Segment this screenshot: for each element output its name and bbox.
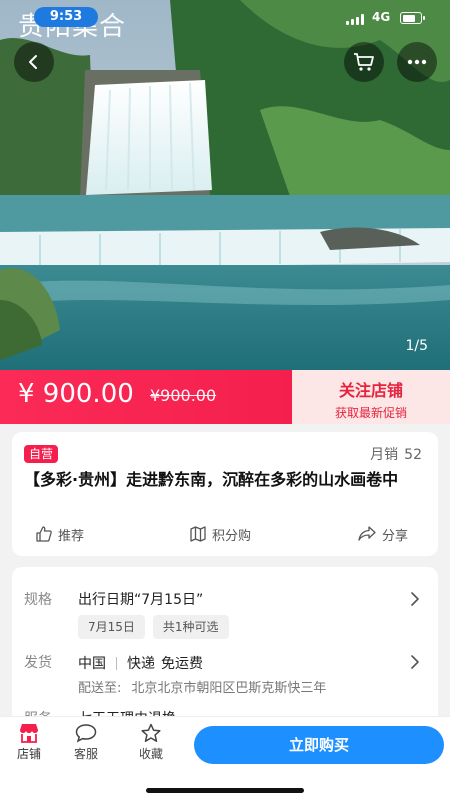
buy-now-button[interactable]: 立即购买 [194, 726, 444, 764]
spec-options: 7月15日 共1种可选 [78, 615, 229, 639]
store-tab[interactable]: 店铺 [1, 723, 57, 762]
map-icon [190, 526, 206, 542]
back-button[interactable] [14, 42, 54, 82]
favorite-label: 收藏 [138, 747, 163, 761]
shipping-method: 快递 [127, 656, 155, 672]
spec-value[interactable]: 出行日期“7月15日” [78, 589, 203, 609]
follow-title: 关注店铺 [338, 381, 403, 400]
chevron-right-icon[interactable] [410, 592, 420, 606]
points-label: 积分购 [212, 528, 252, 544]
spec-label: 规格 [24, 592, 52, 608]
status-bar: 9:53 4G [0, 0, 450, 36]
cart-button[interactable] [344, 42, 384, 82]
shipping-fee: 免运费 [161, 656, 203, 672]
original-price: ¥900.00 [150, 386, 217, 405]
monthly-sales: 月销 52 [370, 444, 422, 464]
self-operated-badge: 自营 [24, 445, 59, 463]
recommend-button[interactable]: 推荐 [36, 522, 84, 546]
price-bar: ¥ 900.00 ¥900.00 关注店铺 获取最新促销 [0, 370, 450, 424]
follow-store-button[interactable]: 关注店铺 获取最新促销 [292, 370, 450, 424]
spec-option-date[interactable]: 7月15日 [78, 615, 145, 639]
product-info-card: 自营 月销 52 【多彩·贵州】走进黔东南，沉醉在多彩的山水画卷中 推荐 积分购 … [12, 432, 438, 556]
thumbs-up-icon [36, 526, 52, 542]
shipping-label: 发货 [24, 655, 52, 671]
share-label: 分享 [382, 528, 409, 544]
current-price: ¥ 900.00 [18, 379, 134, 409]
deliver-address: 北京北京市朝阳区巴斯克斯快三年 [131, 681, 327, 696]
product-actions: 推荐 积分购 分享 [12, 522, 438, 546]
more-button[interactable] [397, 42, 437, 82]
share-button[interactable]: 分享 [358, 522, 408, 546]
home-indicator [146, 788, 304, 793]
points-purchase-button[interactable]: 积分购 [190, 522, 251, 546]
purchase-options-card: 规格 出行日期“7月15日” 7月15日 共1种可选 发货 中国 快递 免运费 … [12, 567, 438, 727]
star-icon [141, 723, 161, 742]
battery-icon [400, 12, 425, 24]
store-icon [20, 724, 38, 743]
image-counter: 1/5 [405, 338, 428, 354]
store-label: 店铺 [16, 747, 41, 761]
customer-service-tab[interactable]: 客服 [58, 723, 114, 762]
divider [116, 656, 117, 670]
chevron-right-icon[interactable] [410, 655, 420, 669]
spec-option-count[interactable]: 共1种可选 [152, 615, 229, 639]
price-section: ¥ 900.00 ¥900.00 [0, 370, 292, 424]
cart-icon [354, 53, 374, 71]
signal-icon [346, 14, 366, 25]
deliver-label: 配送至: [78, 681, 122, 696]
chat-bubble-icon [75, 724, 97, 743]
sales-label: 月销 [370, 447, 399, 463]
shipping-origin: 中国 [78, 656, 106, 672]
share-icon [358, 526, 376, 541]
delivery-address: 配送至: 北京北京市朝阳区巴斯克斯快三年 [78, 677, 326, 696]
network-type: 4G [372, 10, 391, 24]
product-title: 【多彩·贵州】走进黔东南，沉醉在多彩的山水画卷中 [24, 470, 399, 489]
more-dots-icon [407, 59, 427, 65]
service-tab-label: 客服 [73, 747, 98, 761]
chevron-left-icon [29, 55, 37, 69]
shipping-info[interactable]: 中国 快递 免运费 [78, 653, 203, 673]
recommend-label: 推荐 [58, 528, 85, 544]
sales-count: 52 [404, 447, 422, 463]
follow-subtitle: 获取最新促销 [334, 406, 407, 420]
status-time: 9:53 [34, 7, 98, 27]
favorite-tab[interactable]: 收藏 [123, 723, 179, 762]
